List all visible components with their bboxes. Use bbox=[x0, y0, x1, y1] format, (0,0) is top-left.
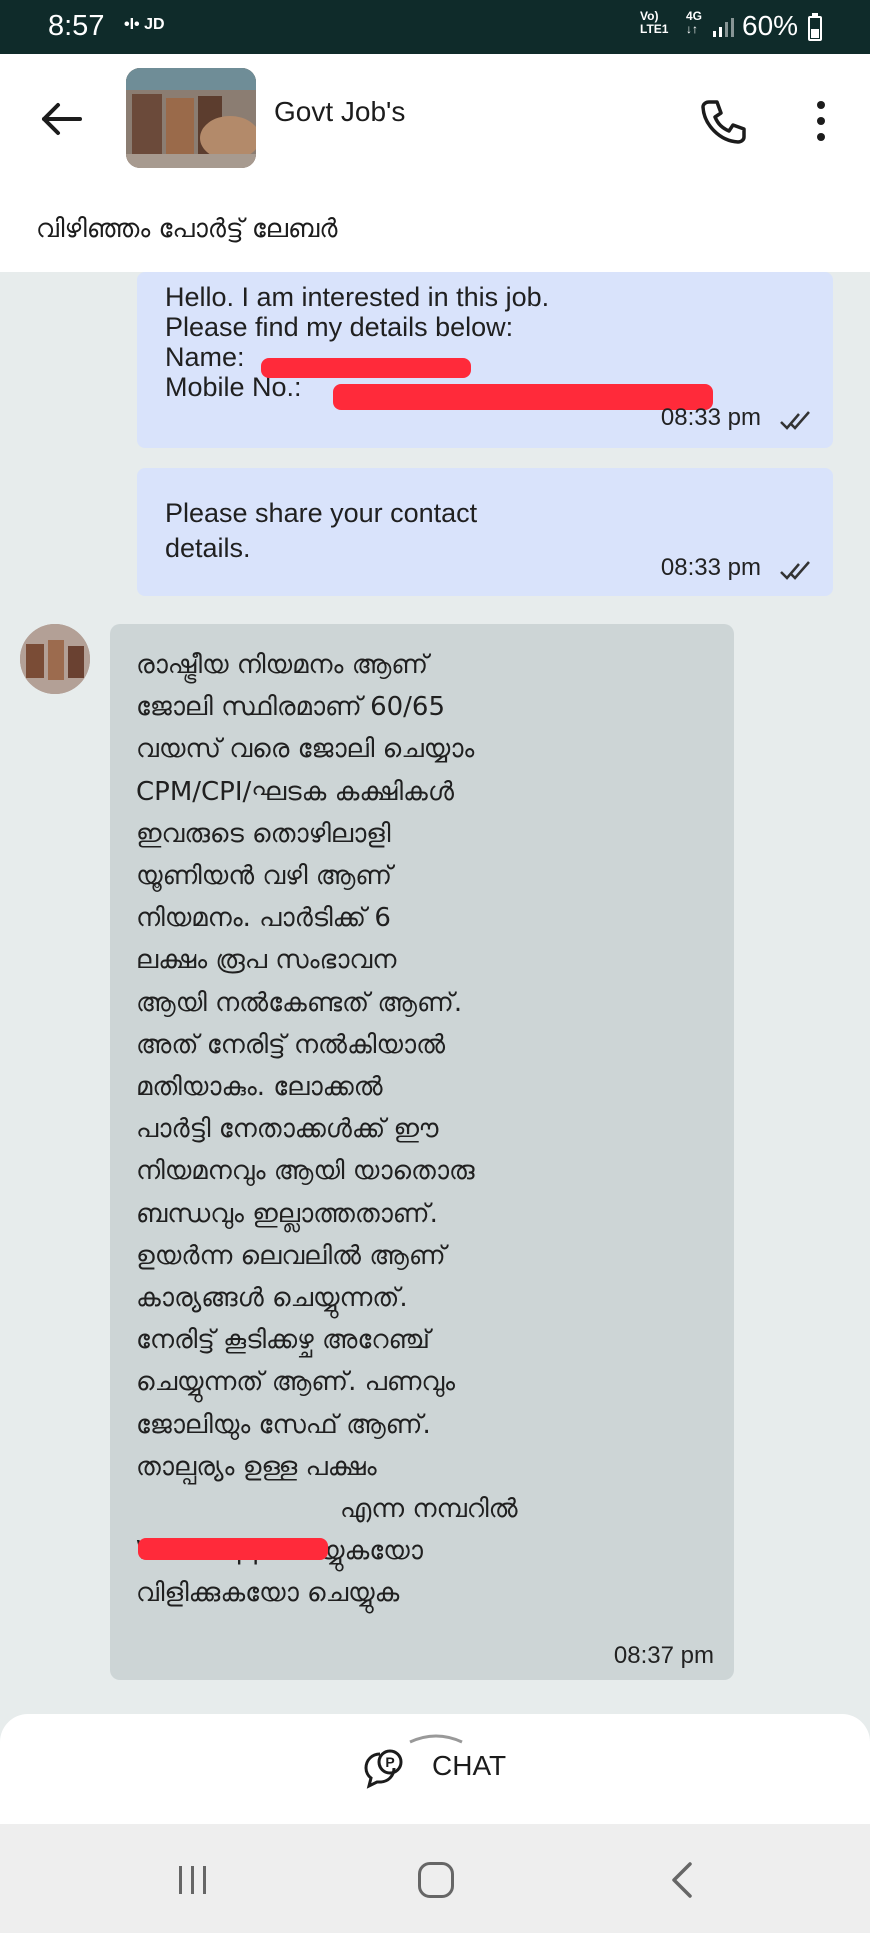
nav-back-icon[interactable] bbox=[668, 1860, 694, 1900]
sender-avatar[interactable] bbox=[20, 624, 90, 694]
signal-icon bbox=[713, 18, 734, 37]
outgoing-message[interactable]: Please share your contact details. 08:33… bbox=[137, 468, 833, 596]
message-text: Please share your contact details. bbox=[165, 498, 478, 563]
message-line: രാഷ്ട്രീയ നിയമനം ആണ് bbox=[136, 650, 429, 680]
message-time: 08:33 pm bbox=[660, 554, 761, 581]
message-line: അത് നേരിട്ട് നൽകിയാൽ bbox=[136, 1029, 446, 1060]
message-time: 08:37 pm bbox=[613, 1642, 714, 1669]
message-line: നേരിട്ട് കൂടിക്കഴ്ച അറേഞ്ച് bbox=[136, 1325, 430, 1356]
group-avatar[interactable] bbox=[126, 68, 256, 168]
message-line: വിളിക്കുകയോ ചെയ്യുക bbox=[136, 1578, 400, 1609]
back-arrow-icon[interactable] bbox=[36, 94, 86, 144]
message-line: എന്ന നമ്പറിൽ bbox=[340, 1494, 518, 1524]
chat-button[interactable]: CHAT bbox=[432, 1750, 506, 1782]
message-line: ചെയ്യുന്നത് ആണ്. പണവും bbox=[136, 1367, 456, 1398]
message-line: ഇവരുടെ തൊഴിലാളി bbox=[136, 818, 391, 849]
chat-action-bar: P CHAT bbox=[0, 1714, 870, 1824]
network-gen-indicator: 4G ↓↑ bbox=[686, 9, 703, 36]
more-vert-icon[interactable] bbox=[806, 94, 836, 148]
chat-bubble-icon[interactable]: P bbox=[360, 1746, 408, 1794]
chat-title[interactable]: Govt Job's bbox=[274, 96, 405, 128]
message-line: കാര്യങ്ങൾ ചെയ്യുന്നത്. bbox=[136, 1283, 408, 1313]
message-line: ആയി നൽകേണ്ടത് ആണ്. bbox=[136, 987, 463, 1018]
svg-text:P: P bbox=[385, 1754, 394, 1770]
recents-icon[interactable] bbox=[176, 1864, 210, 1896]
message-line: CPM/CPI/ഘടക കക്ഷികൾ bbox=[136, 776, 454, 807]
message-line: ലക്ഷം രൂപ സംഭാവന bbox=[136, 945, 397, 976]
redaction-mark bbox=[261, 358, 471, 378]
arc-decoration bbox=[409, 1734, 463, 1744]
message-line: താല്പര്യം ഉള്ള പക്ഷം bbox=[136, 1451, 377, 1482]
notification-icons: •I• JD bbox=[124, 16, 165, 33]
message-line: വയസ് വരെ ജോലി ചെയ്യാം bbox=[136, 734, 475, 765]
message-time: 08:33 pm bbox=[660, 404, 761, 431]
redaction-mark bbox=[333, 384, 713, 410]
message-line: നിയമനവും ആയി യാതൊരു bbox=[136, 1156, 475, 1187]
chat-subtitle: വിഴിഞ്ഞം പോർട്ട് ലേബർ bbox=[36, 214, 338, 244]
status-time: 8:57 bbox=[48, 10, 105, 42]
home-icon[interactable] bbox=[418, 1862, 454, 1898]
message-line: ജോലി സ്ഥിരമാണ് 60/65 bbox=[136, 692, 445, 723]
double-check-icon bbox=[780, 561, 810, 580]
message-line: ഉയർന്ന ലെവലിൽ ആണ് bbox=[136, 1240, 446, 1271]
message-line: യൂണിയൻ വഴി ആണ് bbox=[136, 861, 393, 891]
chat-header: Govt Job's വിഴിഞ്ഞം പോർട്ട് ലേബർ bbox=[0, 54, 870, 272]
message-line: നിയമനം. പാർടിക്ക് 6 bbox=[136, 903, 391, 934]
message-line: ബന്ധവും ഇല്ലാത്തതാണ്. bbox=[136, 1198, 438, 1229]
redaction-mark bbox=[138, 1538, 328, 1560]
message-line: മതിയാകും. ലോക്കൽ bbox=[136, 1072, 383, 1102]
battery-percent: 60% bbox=[742, 10, 799, 41]
message-line: പാർട്ടി നേതാക്കൾക്ക് ഈ bbox=[136, 1114, 439, 1145]
volte-indicator: Vo) LTE1 bbox=[640, 9, 669, 36]
double-check-icon bbox=[780, 411, 810, 430]
message-line: ജോലിയും സേഫ് ആണ്. bbox=[136, 1409, 431, 1440]
status-bar: 8:57 •I• JD Vo) LTE1 4G ↓↑ 60% bbox=[0, 0, 870, 54]
phone-icon[interactable] bbox=[696, 94, 750, 148]
battery-icon bbox=[808, 13, 822, 41]
incoming-message[interactable]: രാഷ്ട്രീയ നിയമനം ആണ് ജോലി സ്ഥിരമാണ് 60/65… bbox=[110, 624, 734, 1680]
system-nav-bar bbox=[0, 1824, 870, 1933]
outgoing-message[interactable]: Hello. I am interested in this job. Plea… bbox=[137, 272, 833, 448]
